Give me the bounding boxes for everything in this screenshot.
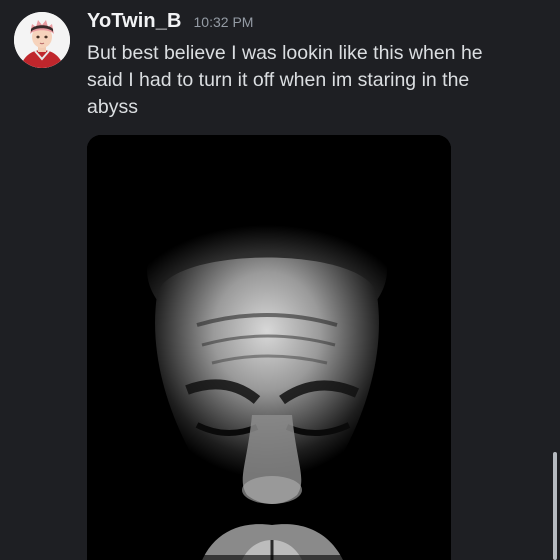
message-content: But best believe I was lookin like this …	[87, 40, 527, 121]
username[interactable]: YoTwin_B	[87, 10, 182, 33]
message-line: said I had to turn it off when im starin…	[87, 69, 470, 91]
user-avatar-icon	[14, 12, 70, 68]
message-header: YoTwin_B 10:32 PM	[87, 10, 253, 36]
image-attachment[interactable]	[87, 135, 451, 560]
scrollbar-thumb[interactable]	[553, 452, 557, 560]
chat-message: YoTwin_B 10:32 PM But best believe I was…	[0, 0, 560, 560]
message-line: abyss	[87, 96, 138, 118]
scrollbar[interactable]	[550, 0, 560, 560]
image-attachment-picture	[87, 135, 451, 560]
message-line: But best believe I was lookin like this …	[87, 42, 483, 64]
timestamp: 10:32 PM	[193, 14, 254, 30]
user-avatar[interactable]	[14, 12, 70, 68]
